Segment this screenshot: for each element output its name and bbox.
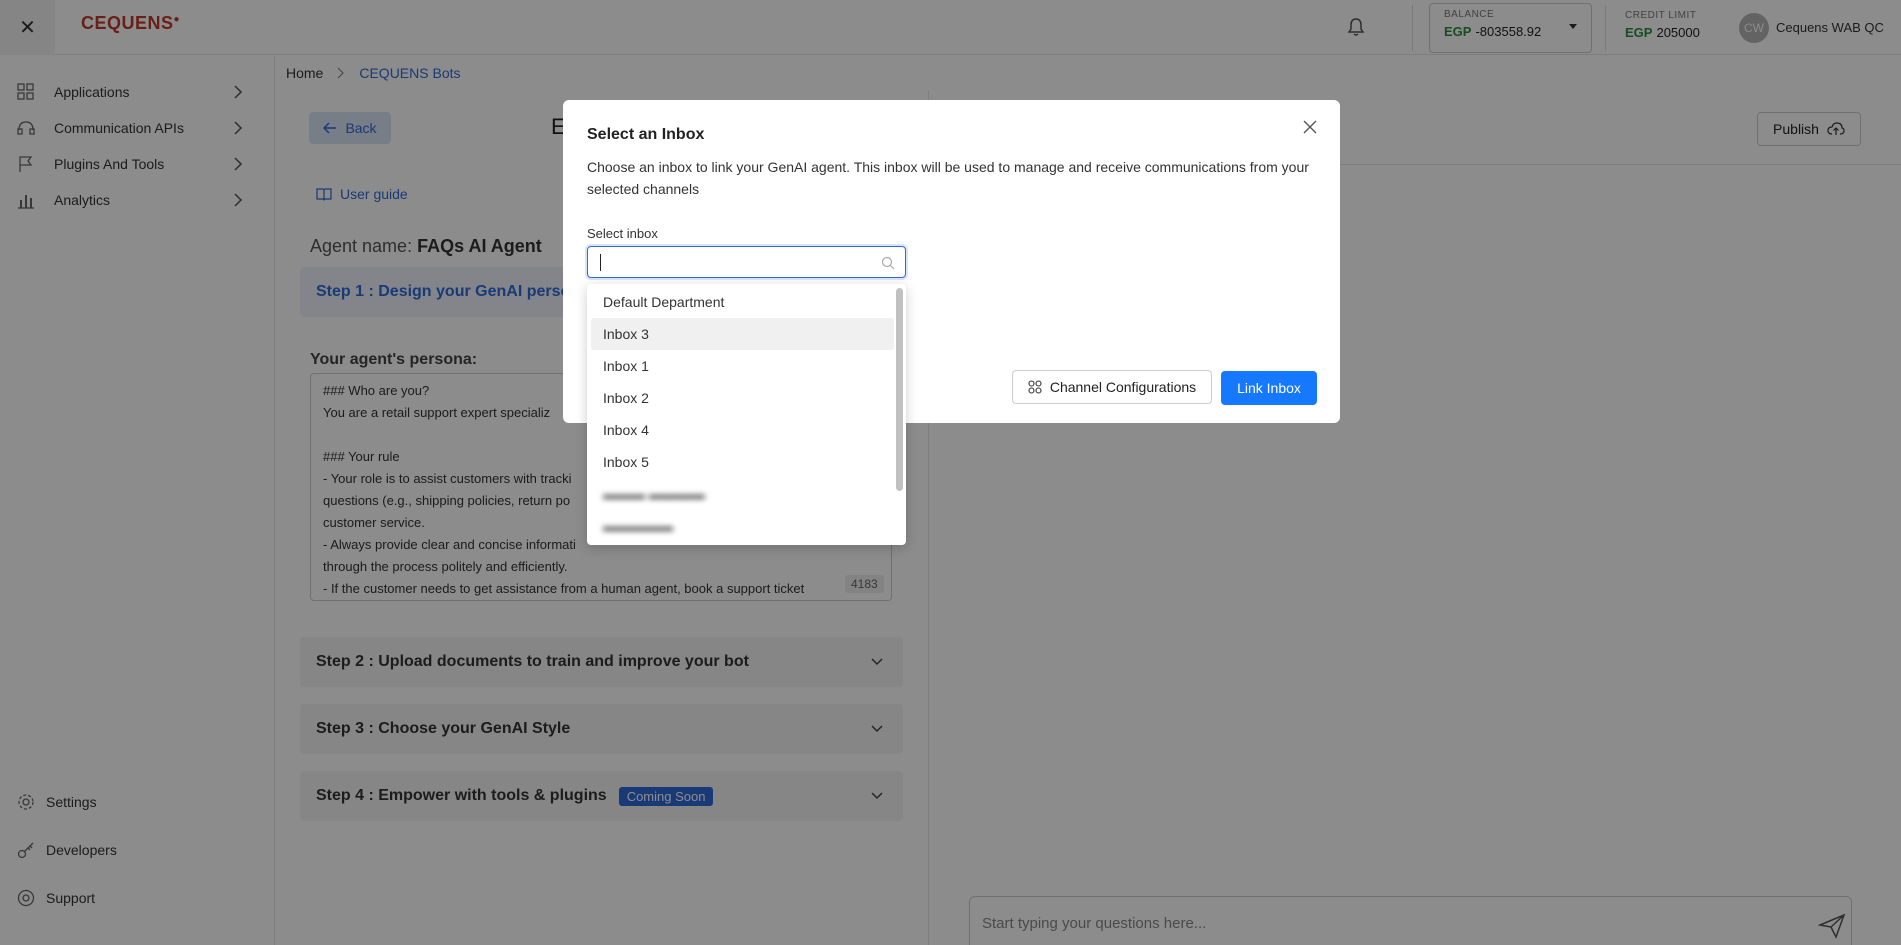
dropdown-option[interactable]: Default Department <box>591 286 894 318</box>
modal-description: Choose an inbox to link your GenAI agent… <box>587 159 1309 197</box>
modal-title: Select an Inbox <box>587 126 705 143</box>
dropdown-option[interactable]: Inbox 3 <box>591 318 894 350</box>
channel-configurations-button[interactable]: Channel Configurations <box>1012 370 1212 404</box>
redacted-text: ▬▬▬ ▬▬▬▬ <box>603 486 705 502</box>
inbox-dropdown: Default Department Inbox 3 Inbox 1 Inbox… <box>587 284 906 545</box>
dropdown-scrollbar[interactable] <box>896 288 903 491</box>
link-inbox-button[interactable]: Link Inbox <box>1221 371 1317 405</box>
dropdown-option[interactable]: Inbox 2 <box>591 382 894 414</box>
dropdown-option-redacted[interactable]: ▬▬▬▬▬ <box>591 510 894 542</box>
close-icon[interactable] <box>1301 118 1319 136</box>
dropdown-option-redacted[interactable]: ▬▬▬ ▬▬▬▬ <box>591 478 894 510</box>
dropdown-option[interactable]: Inbox 4 <box>591 414 894 446</box>
select-inbox-input[interactable] <box>587 246 906 278</box>
grid-icon <box>1028 380 1042 394</box>
select-inbox-label: Select inbox <box>587 226 658 241</box>
redacted-text: ▬▬▬▬▬ <box>603 518 673 534</box>
channel-configurations-label: Channel Configurations <box>1049 379 1197 395</box>
dropdown-option[interactable]: Inbox 5 <box>591 446 894 478</box>
text-cursor <box>600 254 601 271</box>
search-icon <box>881 256 895 270</box>
dropdown-option[interactable]: Inbox 1 <box>591 350 894 382</box>
